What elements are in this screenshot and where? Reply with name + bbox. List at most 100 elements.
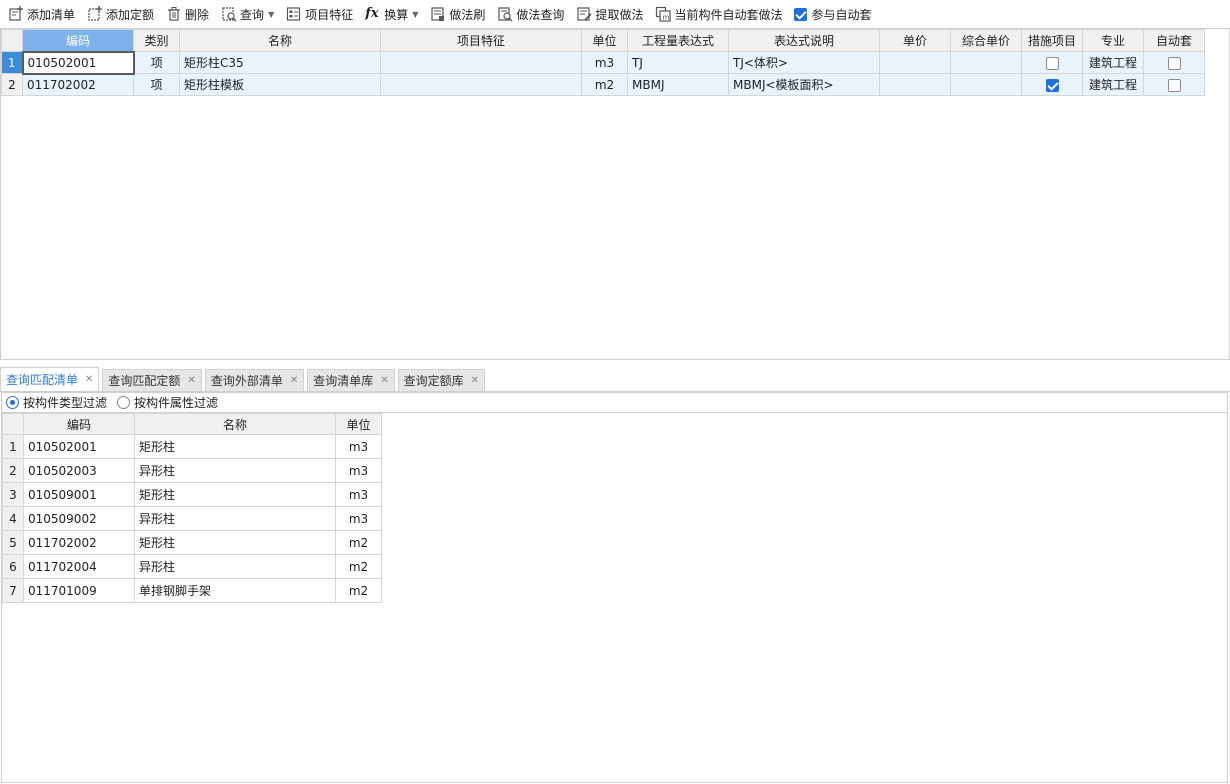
add-list-button[interactable]: 添加清单 — [4, 2, 79, 26]
cell-code[interactable]: 011702004 — [23, 554, 135, 579]
table-row[interactable]: 7 011701009 单排钢脚手架 m2 — [2, 578, 382, 603]
row-number[interactable]: 7 — [2, 578, 24, 603]
chevron-down-icon[interactable]: ▼ — [412, 10, 418, 19]
cell-name[interactable]: 矩形柱 — [134, 530, 336, 555]
chevron-down-icon[interactable]: ▼ — [268, 10, 274, 19]
query-button[interactable]: 查询 ▼ — [217, 2, 278, 26]
table-row[interactable]: 5 011702002 矩形柱 m2 — [2, 530, 382, 555]
tab-external-list[interactable]: 查询外部清单 ✕ — [204, 369, 305, 391]
filter-by-attr-radio[interactable] — [117, 396, 131, 409]
cell-expr-desc[interactable]: MBMJ<模板面积> — [728, 73, 880, 96]
tab-match-list[interactable]: 查询匹配清单 ✕ — [0, 367, 100, 391]
header-name[interactable]: 名称 — [134, 413, 336, 435]
cell-price[interactable] — [879, 73, 951, 96]
cell-feature[interactable] — [380, 51, 582, 74]
convert-button[interactable]: fx 换算 ▼ — [361, 2, 422, 26]
cell-name[interactable]: 单排钢脚手架 — [134, 578, 336, 603]
cell-unit[interactable]: m2 — [335, 530, 382, 555]
header-major[interactable]: 专业 — [1082, 29, 1144, 52]
header-auto[interactable]: 自动套 — [1143, 29, 1205, 52]
filter-by-type-option[interactable]: 按构件类型过滤 — [6, 394, 107, 411]
cell-unit[interactable]: m2 — [581, 73, 628, 96]
row-number[interactable]: 3 — [2, 482, 24, 507]
cell-code[interactable]: 010502001 — [21, 50, 135, 75]
table-row[interactable]: 1 010502001 项 矩形柱C35 m3 TJ TJ<体积> 建筑工程 — [1, 50, 1205, 75]
measure-checkbox[interactable] — [1045, 56, 1059, 70]
cell-type[interactable]: 项 — [133, 73, 180, 96]
table-row[interactable]: 6 011702004 异形柱 m2 — [2, 554, 382, 579]
header-measure[interactable]: 措施项目 — [1021, 29, 1083, 52]
cell-auto[interactable] — [1143, 51, 1205, 74]
cell-unit[interactable]: m3 — [335, 434, 382, 459]
table-row[interactable]: 2 010502003 异形柱 m3 — [2, 458, 382, 483]
table-row[interactable]: 4 010509002 异形柱 m3 — [2, 506, 382, 531]
row-number[interactable]: 1 — [1, 51, 23, 74]
tab-match-quota[interactable]: 查询匹配定额 ✕ — [102, 369, 202, 391]
auto-participate-toggle[interactable]: 参与自动套 — [790, 2, 875, 26]
close-icon[interactable]: ✕ — [187, 375, 195, 386]
cell-code[interactable]: 011702002 — [22, 73, 134, 96]
cell-name[interactable]: 矩形柱模板 — [179, 73, 381, 96]
close-icon[interactable]: ✕ — [471, 375, 479, 386]
cell-expr[interactable]: MBMJ — [627, 73, 729, 96]
row-number[interactable]: 2 — [1, 73, 23, 96]
close-icon[interactable]: ✕ — [380, 375, 388, 386]
header-expr-desc[interactable]: 表达式说明 — [728, 29, 880, 52]
header-total-price[interactable]: 综合单价 — [950, 29, 1022, 52]
cell-code[interactable]: 011702002 — [23, 530, 135, 555]
table-row[interactable]: 1 010502001 矩形柱 m3 — [2, 434, 382, 459]
cell-code[interactable]: 010502001 — [23, 434, 135, 459]
header-type[interactable]: 类别 — [133, 29, 180, 52]
cell-type[interactable]: 项 — [133, 51, 180, 74]
cell-major[interactable]: 建筑工程 — [1082, 73, 1144, 96]
header-price[interactable]: 单价 — [879, 29, 951, 52]
header-unit[interactable]: 单位 — [335, 413, 382, 435]
measure-checkbox[interactable] — [1045, 78, 1059, 92]
cell-name[interactable]: 异形柱 — [134, 506, 336, 531]
header-feature[interactable]: 项目特征 — [380, 29, 582, 52]
row-number[interactable]: 5 — [2, 530, 24, 555]
cell-unit[interactable]: m2 — [335, 578, 382, 603]
header-code[interactable]: 编码 — [22, 29, 134, 52]
auto-apply-button[interactable]: m 当前构件自动套做法 — [651, 2, 786, 26]
cell-name[interactable]: 矩形柱 — [134, 482, 336, 507]
row-number[interactable]: 2 — [2, 458, 24, 483]
row-number[interactable]: 6 — [2, 554, 24, 579]
filter-by-attr-option[interactable]: 按构件属性过滤 — [117, 394, 218, 411]
feature-button[interactable]: 项目特征 — [282, 2, 357, 26]
table-row[interactable]: 2 011702002 项 矩形柱模板 m2 MBMJ MBMJ<模板面积> 建… — [1, 73, 1205, 96]
cell-code[interactable]: 010509001 — [23, 482, 135, 507]
auto-checkbox[interactable] — [1167, 78, 1181, 92]
cell-unit[interactable]: m3 — [335, 458, 382, 483]
cell-total-price[interactable] — [950, 51, 1022, 74]
filter-by-type-radio[interactable] — [6, 396, 19, 409]
cell-unit[interactable]: m3 — [335, 482, 382, 507]
add-quota-button[interactable]: 添加定额 — [83, 2, 158, 26]
method-query-button[interactable]: 做法查询 — [493, 2, 568, 26]
header-expr[interactable]: 工程量表达式 — [627, 29, 729, 52]
tab-list-library[interactable]: 查询清单库 ✕ — [307, 369, 395, 391]
cell-price[interactable] — [879, 51, 951, 74]
header-name[interactable]: 名称 — [179, 29, 381, 52]
row-number[interactable]: 1 — [2, 434, 24, 459]
header-unit[interactable]: 单位 — [581, 29, 628, 52]
auto-participate-checkbox[interactable] — [794, 7, 808, 21]
cell-code[interactable]: 011701009 — [23, 578, 135, 603]
cell-unit[interactable]: m3 — [581, 51, 628, 74]
cell-code[interactable]: 010509002 — [23, 506, 135, 531]
cell-unit[interactable]: m3 — [335, 506, 382, 531]
close-icon[interactable]: ✕ — [290, 375, 298, 386]
cell-expr-desc[interactable]: TJ<体积> — [728, 51, 880, 74]
corner-cell[interactable] — [1, 29, 23, 52]
row-number[interactable]: 4 — [2, 506, 24, 531]
auto-checkbox[interactable] — [1167, 56, 1181, 70]
tab-quota-library[interactable]: 查询定额库 ✕ — [397, 369, 486, 391]
close-icon[interactable]: ✕ — [85, 374, 93, 385]
cell-unit[interactable]: m2 — [335, 554, 382, 579]
extract-method-button[interactable]: 提取做法 — [572, 2, 647, 26]
cell-name[interactable]: 异形柱 — [134, 458, 336, 483]
delete-button[interactable]: 删除 — [162, 2, 213, 26]
cell-code[interactable]: 010502003 — [23, 458, 135, 483]
cell-name[interactable]: 矩形柱C35 — [179, 51, 381, 74]
method-brush-button[interactable]: 做法刷 — [426, 2, 489, 26]
